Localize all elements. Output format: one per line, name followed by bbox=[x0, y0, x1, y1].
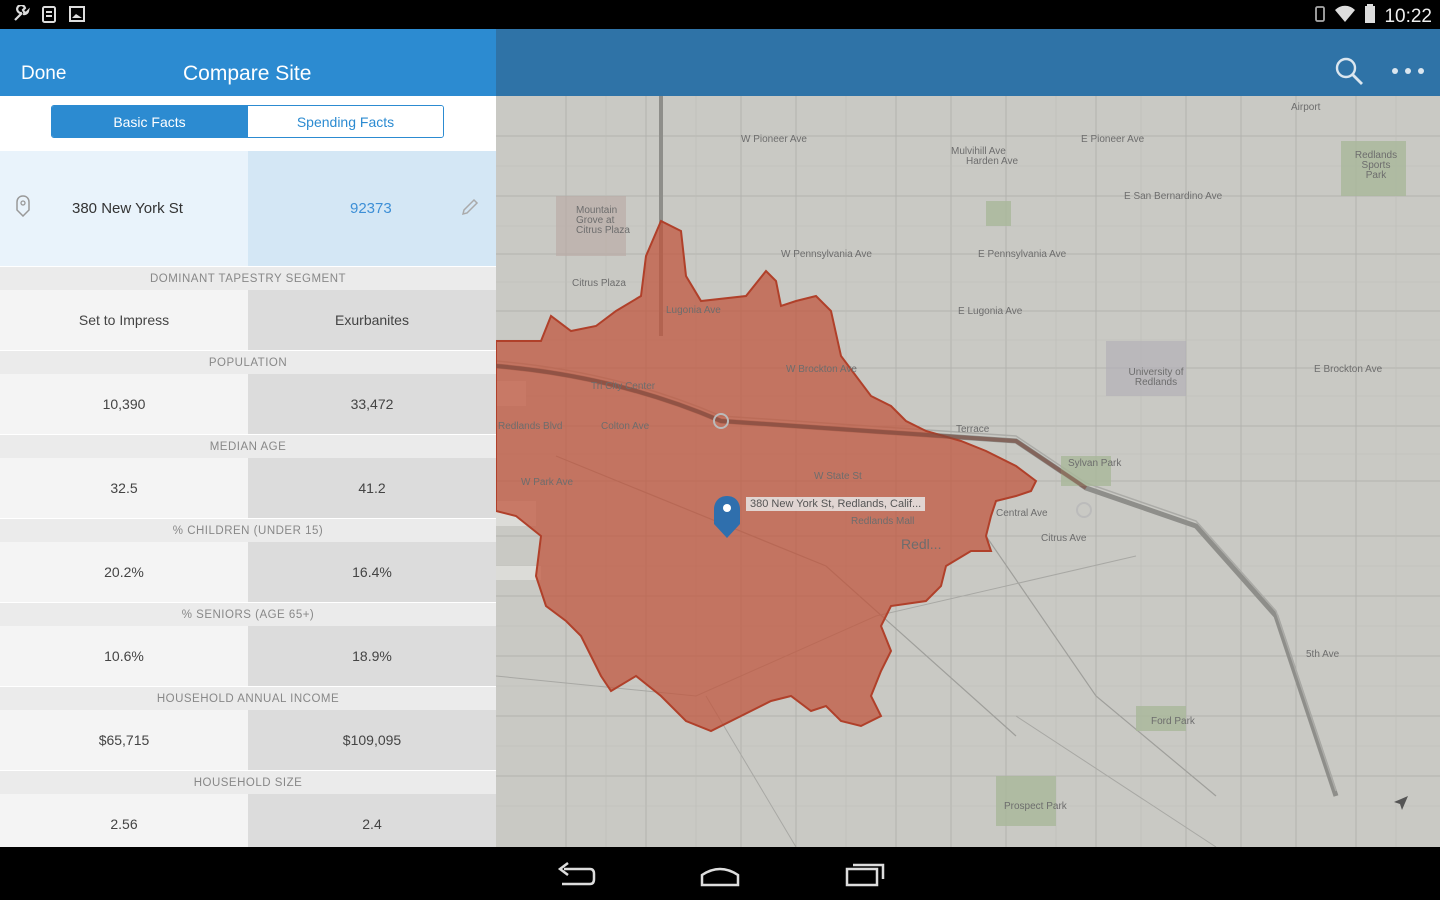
map-view[interactable]: W Pioneer Ave E Pioneer Ave Mulvihill Av… bbox=[496, 96, 1440, 847]
value-site-b: $109,095 bbox=[248, 710, 496, 770]
map-label: Harden Ave bbox=[966, 156, 1019, 167]
section-label-median-age: MEDIAN AGE bbox=[0, 434, 496, 458]
table-row: 32.5 41.2 bbox=[0, 458, 496, 518]
map-label: Lugonia Ave bbox=[666, 305, 721, 316]
map-label: W Pennsylvania Ave bbox=[781, 249, 872, 260]
system-nav-bar bbox=[0, 847, 1440, 900]
map-label: W Brockton Ave bbox=[786, 364, 857, 375]
map-label: Redlands Blvd bbox=[498, 421, 563, 432]
value-site-b: 2.4 bbox=[248, 794, 496, 847]
map-label: Central Ave bbox=[996, 508, 1048, 519]
tab-basic-facts[interactable]: Basic Facts bbox=[52, 106, 247, 137]
map-label: Citrus Ave bbox=[1041, 533, 1087, 544]
map-label: 5th Ave bbox=[1306, 649, 1340, 660]
value-site-a: 20.2% bbox=[0, 542, 248, 602]
section-label-income: HOUSEHOLD ANNUAL INCOME bbox=[0, 686, 496, 710]
value-site-b: Exurbanites bbox=[248, 290, 496, 350]
image-icon bbox=[68, 5, 86, 23]
value-site-a: 2.56 bbox=[0, 794, 248, 847]
table-row: Set to Impress Exurbanites bbox=[0, 290, 496, 350]
map-label: University of Redlands bbox=[1128, 367, 1184, 388]
done-button[interactable]: Done bbox=[21, 63, 66, 85]
panel-title: Compare Site bbox=[183, 62, 312, 85]
site-a-name: 380 New York St bbox=[72, 200, 183, 217]
table-row: 10,390 33,472 bbox=[0, 374, 496, 434]
map-label: E Pennsylvania Ave bbox=[978, 249, 1067, 260]
map-label: E Brockton Ave bbox=[1314, 364, 1383, 375]
map-label: W Park Ave bbox=[521, 477, 574, 488]
map-label: E San Bernardino Ave bbox=[1124, 191, 1223, 202]
status-bar: 10:22 bbox=[0, 0, 1440, 29]
clock: 10:22 bbox=[1384, 5, 1432, 27]
edit-pencil-icon[interactable] bbox=[460, 197, 480, 217]
map-label: Citrus Plaza bbox=[572, 278, 626, 289]
clipboard-icon bbox=[40, 5, 58, 23]
table-row: $65,715 $109,095 bbox=[0, 710, 496, 770]
value-site-a: 32.5 bbox=[0, 458, 248, 518]
section-label-tapestry: DOMINANT TAPESTRY SEGMENT bbox=[0, 266, 496, 290]
panel-header: Done Compare Site bbox=[0, 29, 496, 96]
tab-spending-facts[interactable]: Spending Facts bbox=[247, 106, 443, 137]
table-row: 2.56 2.4 bbox=[0, 794, 496, 847]
pin-callout-label[interactable]: 380 New York St, Redlands, Calif... bbox=[746, 497, 926, 511]
value-site-b: 18.9% bbox=[248, 626, 496, 686]
section-label-children: % CHILDREN (UNDER 15) bbox=[0, 518, 496, 542]
site-b-zip: 92373 bbox=[350, 200, 392, 217]
tab-bar: Basic Facts Spending Facts bbox=[0, 96, 496, 151]
map-label: W Pioneer Ave bbox=[741, 134, 807, 145]
map-label: Sylvan Park bbox=[1068, 458, 1122, 469]
map-label: W State St bbox=[814, 471, 862, 482]
section-label-seniors: % SENIORS (AGE 65+) bbox=[0, 602, 496, 626]
section-label-household-size: HOUSEHOLD SIZE bbox=[0, 770, 496, 794]
map-basemap bbox=[496, 96, 1440, 847]
map-label: Redl... bbox=[901, 536, 942, 552]
battery-icon bbox=[1364, 4, 1376, 29]
value-site-a: Set to Impress bbox=[0, 290, 248, 350]
search-icon[interactable] bbox=[1334, 56, 1364, 86]
recent-apps-icon[interactable] bbox=[843, 859, 887, 889]
value-site-b: 33,472 bbox=[248, 374, 496, 434]
map-label: Terrace bbox=[956, 424, 990, 435]
wrench-icon bbox=[12, 5, 30, 23]
map-label: Airport bbox=[1291, 102, 1321, 113]
table-row: 20.2% 16.4% bbox=[0, 542, 496, 602]
map-label: E Lugonia Ave bbox=[958, 306, 1023, 317]
map-label: Redlands Mall bbox=[851, 516, 915, 527]
map-label: Tri City Center bbox=[591, 381, 656, 392]
map-label: Prospect Park bbox=[1004, 801, 1067, 812]
more-options-icon[interactable] bbox=[1390, 61, 1426, 81]
site-a-cell[interactable]: 380 New York St bbox=[0, 151, 248, 266]
map-label: Ford Park bbox=[1151, 716, 1195, 727]
site-b-cell[interactable]: 92373 bbox=[248, 151, 496, 266]
value-site-a: 10.6% bbox=[0, 626, 248, 686]
section-label-population: POPULATION bbox=[0, 350, 496, 374]
map-marker-icon bbox=[16, 195, 30, 217]
value-site-a: $65,715 bbox=[0, 710, 248, 770]
comparison-table: DOMINANT TAPESTRY SEGMENT Set to Impress… bbox=[0, 266, 496, 847]
value-site-a: 10,390 bbox=[0, 374, 248, 434]
value-site-b: 41.2 bbox=[248, 458, 496, 518]
map-label: Colton Ave bbox=[601, 421, 650, 432]
value-site-b: 16.4% bbox=[248, 542, 496, 602]
wifi-icon bbox=[1334, 5, 1356, 28]
compare-site-panel: Done Compare Site Basic Facts Spending F… bbox=[0, 29, 496, 847]
map-label: E Pioneer Ave bbox=[1081, 134, 1145, 145]
table-row: 10.6% 18.9% bbox=[0, 626, 496, 686]
facts-segmented-control: Basic Facts Spending Facts bbox=[51, 105, 444, 138]
vibrate-icon bbox=[1314, 5, 1326, 28]
back-icon[interactable] bbox=[554, 859, 598, 889]
site-header-row: 380 New York St 92373 bbox=[0, 151, 496, 266]
map-label: Redlands Sports Park bbox=[1354, 150, 1398, 181]
map-toolbar bbox=[496, 29, 1440, 96]
map-label: Mountain Grove at Citrus Plaza bbox=[576, 205, 630, 236]
home-icon[interactable] bbox=[698, 859, 742, 889]
